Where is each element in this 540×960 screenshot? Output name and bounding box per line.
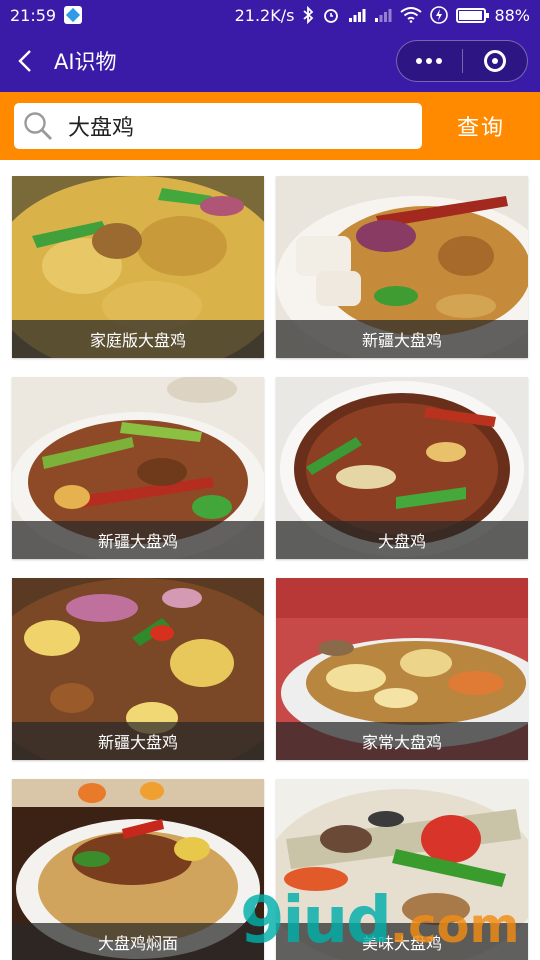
- result-card[interactable]: 大盘鸡焖面: [12, 779, 264, 960]
- wifi-icon: [400, 7, 423, 23]
- more-button[interactable]: [397, 41, 462, 81]
- query-button[interactable]: 查询: [436, 103, 526, 149]
- status-bar: 21:59 21.2K/s 88%: [0, 0, 540, 30]
- charging-icon: [430, 6, 449, 24]
- network-speed: 21.2K/s: [234, 5, 295, 25]
- card-label: 大盘鸡: [276, 521, 528, 559]
- search-icon: [22, 110, 54, 142]
- nav-bar: AI识物: [0, 30, 540, 92]
- miniprogram-capsule: [396, 40, 528, 82]
- result-card[interactable]: 家常大盘鸡: [276, 578, 528, 760]
- card-label: 大盘鸡焖面: [12, 923, 264, 960]
- back-button[interactable]: [0, 30, 50, 92]
- status-time: 21:59: [10, 5, 57, 25]
- signal-icon: [348, 7, 366, 23]
- search-box[interactable]: [14, 103, 422, 149]
- card-label: 家庭版大盘鸡: [12, 320, 264, 358]
- card-label: 家常大盘鸡: [276, 722, 528, 760]
- result-card[interactable]: 大盘鸡: [276, 377, 528, 559]
- result-card[interactable]: 新疆大盘鸡: [12, 578, 264, 760]
- search-input[interactable]: [68, 113, 388, 139]
- chevron-left-icon: [18, 50, 31, 72]
- page-title: AI识物: [54, 50, 117, 74]
- battery-icon: [456, 7, 490, 23]
- result-card[interactable]: 新疆大盘鸡: [276, 176, 528, 358]
- target-close-icon: [483, 50, 506, 72]
- alarm-icon: [322, 6, 340, 24]
- card-label: 新疆大盘鸡: [12, 722, 264, 760]
- result-card[interactable]: 美味大盘鸡: [276, 779, 528, 960]
- signal-2-icon: [374, 7, 392, 23]
- app-notification-icon: [64, 6, 83, 24]
- battery-percent: 88%: [494, 5, 530, 25]
- result-card[interactable]: 家庭版大盘鸡: [12, 176, 264, 358]
- bluetooth-icon: [302, 6, 314, 24]
- card-label: 新疆大盘鸡: [276, 320, 528, 358]
- card-label: 美味大盘鸡: [276, 923, 528, 960]
- search-bar: 查询: [0, 92, 540, 160]
- card-label: 新疆大盘鸡: [12, 521, 264, 559]
- more-dots-icon: [416, 58, 443, 64]
- result-card[interactable]: 新疆大盘鸡: [12, 377, 264, 559]
- close-miniprogram-button[interactable]: [463, 41, 528, 81]
